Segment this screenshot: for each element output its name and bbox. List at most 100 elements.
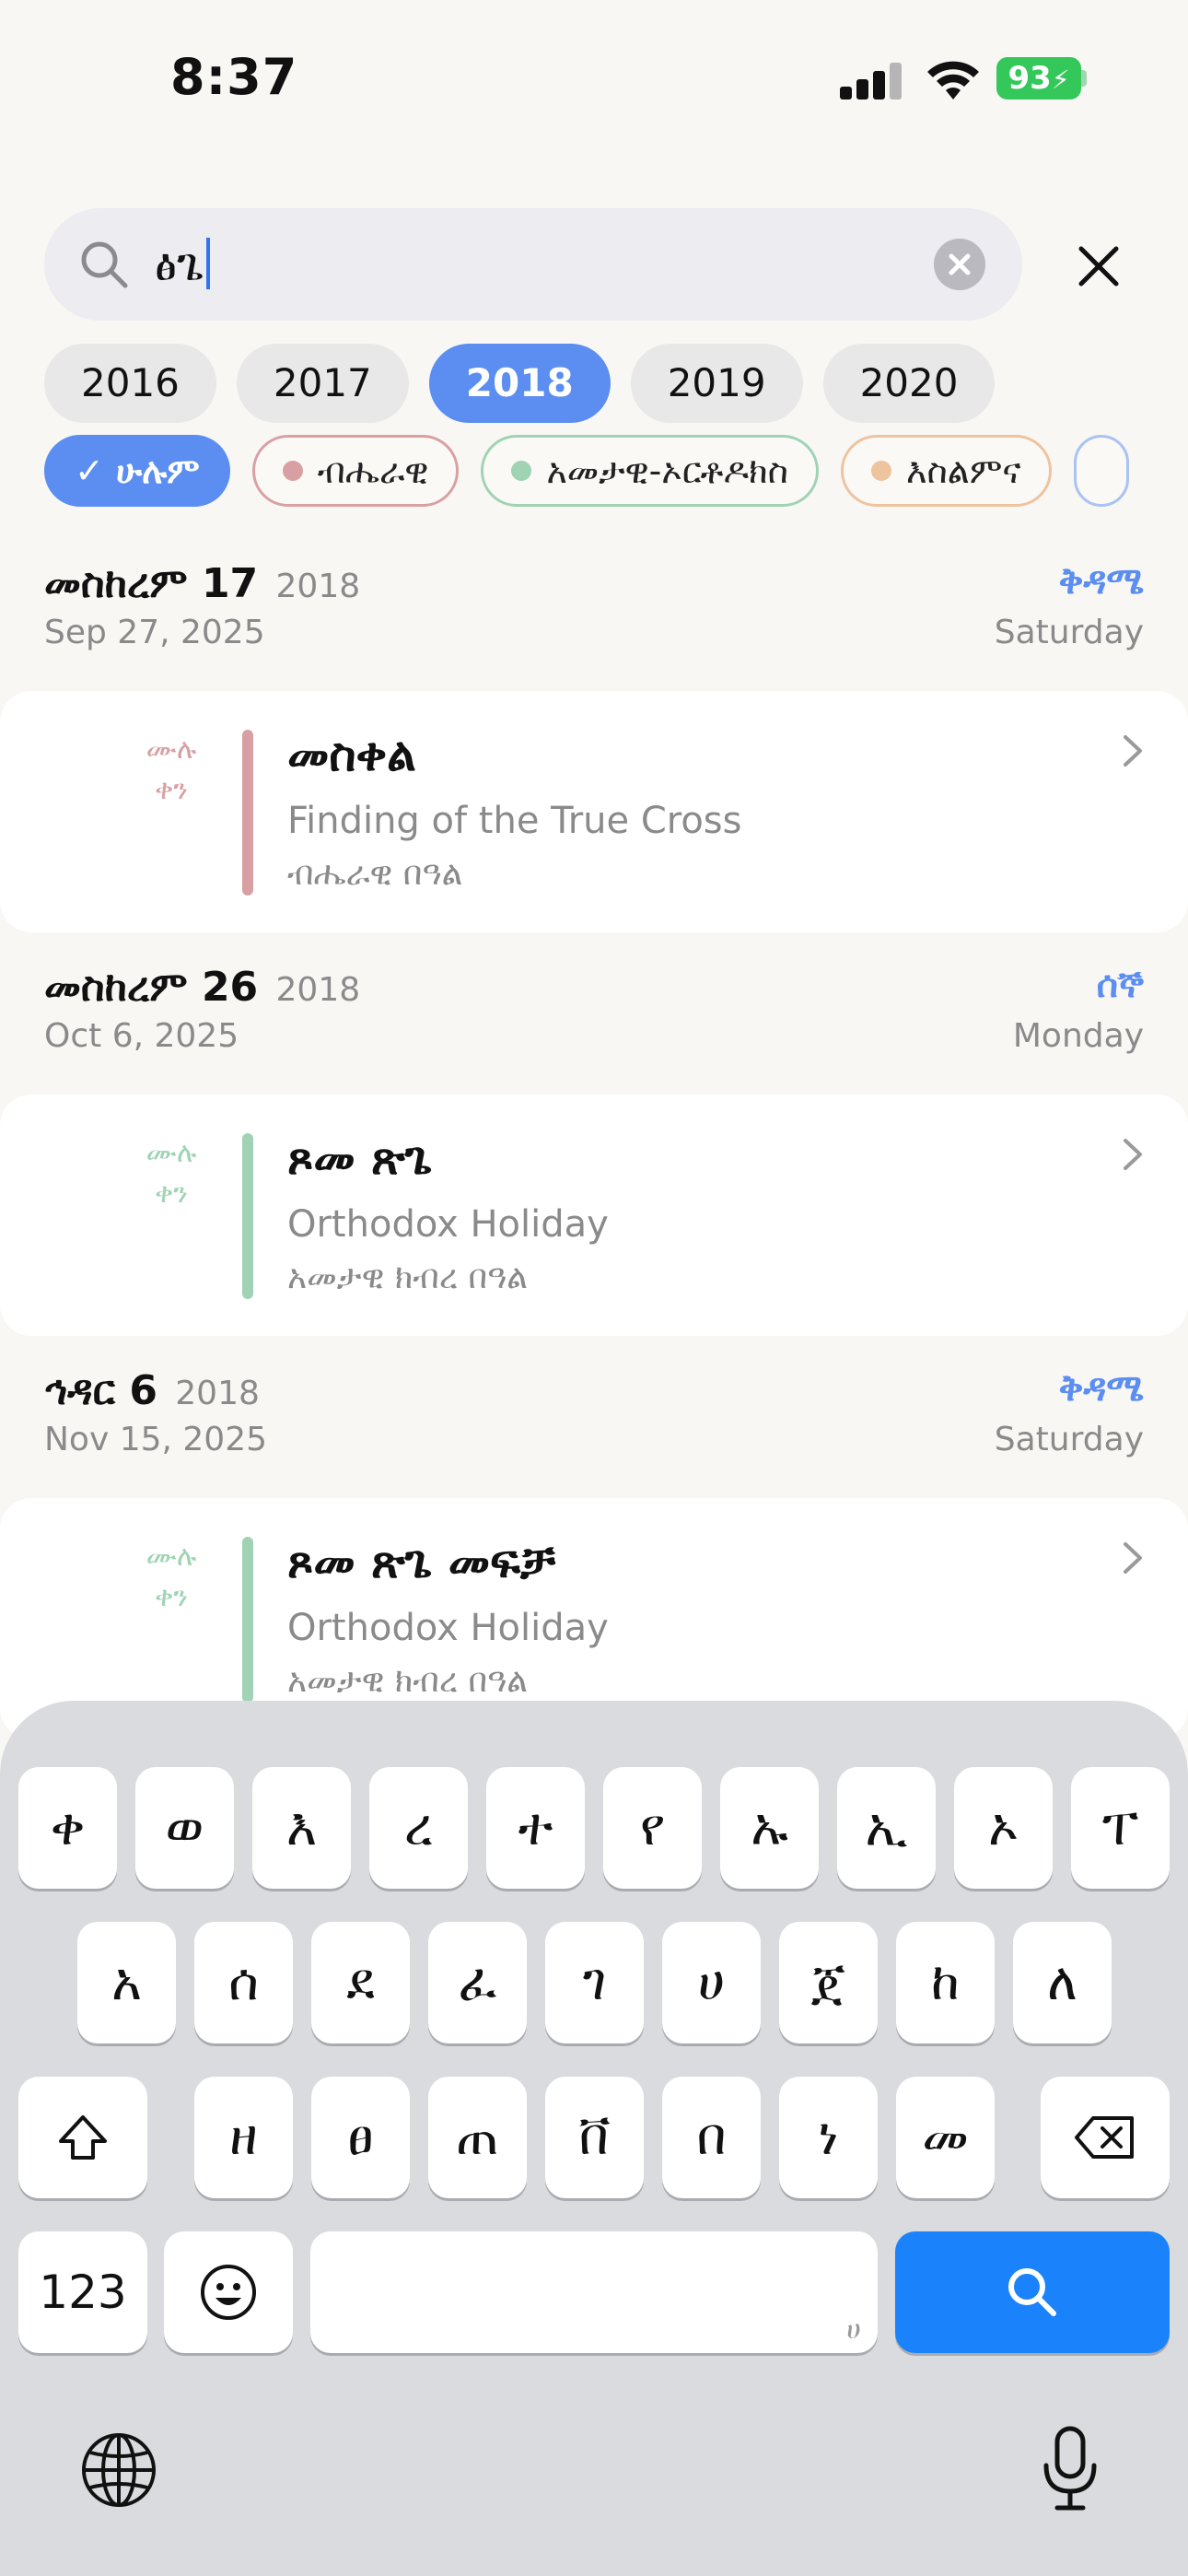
shift-icon xyxy=(59,2115,107,2160)
clear-search-button[interactable] xyxy=(934,239,985,290)
key[interactable]: ዘ xyxy=(194,2077,293,2198)
filter-chip-more[interactable] xyxy=(1073,435,1129,507)
filter-chip-islam[interactable]: እስልምና xyxy=(840,435,1052,507)
globe-icon[interactable] xyxy=(77,2429,160,2512)
search-input[interactable]: ፅጌ xyxy=(155,236,210,293)
key[interactable]: ፀ xyxy=(311,2077,410,2198)
key[interactable]: በ xyxy=(662,2077,761,2198)
event-type: ብሔራዊ በዓል xyxy=(287,855,463,893)
weekday: Saturday xyxy=(994,614,1144,651)
key[interactable]: ተ xyxy=(486,1767,585,1889)
checkmark-icon: ✓ xyxy=(75,451,104,491)
filter-chip-all[interactable]: ✓ ሁሉም xyxy=(44,435,230,507)
search-field[interactable]: ፅጌ xyxy=(44,208,1022,321)
event-card-tsome-tsige[interactable]: ሙሉ ቀን ጾመ ጽጌ Orthodox Holiday አመታዊ ክብረ በዓል xyxy=(0,1095,1188,1336)
year-selector: 2016 2017 2018 2019 2020 xyxy=(44,344,1015,423)
key[interactable]: ነ xyxy=(779,2077,878,2198)
event-title: ጾመ ጽጌ መፍቻ xyxy=(287,1535,556,1588)
weekday-amharic: ሰኞ xyxy=(1096,964,1144,1006)
ethiopian-day: መስከረም 26 xyxy=(44,964,259,1011)
numbers-key[interactable]: 123 xyxy=(18,2231,147,2353)
key[interactable]: ፐ xyxy=(1071,1767,1170,1889)
search-icon xyxy=(81,241,128,288)
key[interactable]: ኢ xyxy=(837,1767,936,1889)
event-card-meskel[interactable]: ሙሉ ቀን መስቀል Finding of the True Cross ብሔራዊ… xyxy=(0,691,1188,932)
key[interactable]: ረ xyxy=(369,1767,468,1889)
day-header: መስከረም 17 2018 Sep 27, 2025 ቅዳሜ Saturday xyxy=(44,560,1144,662)
ethiopian-year: 2018 xyxy=(275,568,361,605)
cellular-signal-icon xyxy=(840,61,903,100)
space-key[interactable]: ሀ xyxy=(310,2231,878,2353)
key[interactable]: ቨ xyxy=(545,2077,644,2198)
ethiopian-day: መስከረም 17 xyxy=(44,560,259,607)
key[interactable]: ኡ xyxy=(720,1767,819,1889)
year-chip-2020[interactable]: 2020 xyxy=(822,344,996,423)
ethiopian-day: ኅዳር 6 xyxy=(44,1367,157,1414)
status-time: 8:37 xyxy=(170,48,298,106)
emoji-icon xyxy=(201,2265,256,2320)
key[interactable]: ጀ xyxy=(779,1922,878,2043)
day-header: መስከረም 26 2018 Oct 6, 2025 ሰኞ Monday xyxy=(44,964,1144,1065)
key[interactable]: ጠ xyxy=(428,2077,527,2198)
year-chip-2019[interactable]: 2019 xyxy=(630,344,803,423)
duration-line: ሙሉ xyxy=(146,1540,197,1573)
duration-line: ሙሉ xyxy=(146,733,197,766)
key[interactable]: ገ xyxy=(545,1922,644,2043)
ethiopian-date: ኅዳር 6 2018 xyxy=(44,1367,260,1414)
key[interactable]: ወ xyxy=(135,1767,234,1889)
amharic-keyboard: ቀ ወ እ ረ ተ የ ኡ ኢ ኦ ፐ አ ሰ ደ ፈ ገ ሀ ጀ ከ ለ ዘ … xyxy=(0,1701,1188,2576)
duration-line: ሙሉ xyxy=(146,1137,197,1169)
ethiopian-date: መስከረም 26 2018 xyxy=(44,964,360,1011)
category-dot-icon xyxy=(870,461,891,481)
duration-line: ቀን xyxy=(155,774,188,806)
event-subtitle: Finding of the True Cross xyxy=(287,800,742,842)
search-key[interactable] xyxy=(895,2231,1170,2353)
gregorian-date: Sep 27, 2025 xyxy=(44,614,265,651)
gregorian-date: Nov 15, 2025 xyxy=(44,1421,268,1458)
key[interactable]: የ xyxy=(603,1767,702,1889)
event-title: መስቀል xyxy=(287,728,416,781)
filter-chip-national[interactable]: ብሔራዊ xyxy=(251,435,460,507)
search-query: ፅጌ xyxy=(155,238,204,291)
microphone-icon[interactable] xyxy=(1037,2423,1103,2515)
key[interactable]: ፈ xyxy=(428,1922,527,2043)
duration-line: ቀን xyxy=(155,1177,188,1210)
gregorian-date: Oct 6, 2025 xyxy=(44,1017,239,1055)
close-search-button[interactable] xyxy=(1068,236,1129,297)
delete-key[interactable] xyxy=(1041,2077,1170,2198)
key[interactable]: እ xyxy=(252,1767,351,1889)
key[interactable]: ቀ xyxy=(18,1767,117,1889)
key[interactable]: ደ xyxy=(311,1922,410,2043)
event-type: አመታዊ ክብረ በዓል xyxy=(287,1662,529,1700)
event-type: አመታዊ ክብረ በዓል xyxy=(287,1259,529,1296)
filter-chip-label: እስልምና xyxy=(905,451,1021,491)
day-header: ኅዳር 6 2018 Nov 15, 2025 ቅዳሜ Saturday xyxy=(44,1367,1144,1469)
charging-bolt-icon: ⚡ xyxy=(1051,64,1070,95)
key[interactable]: አ xyxy=(77,1922,176,2043)
key[interactable]: ከ xyxy=(896,1922,995,2043)
category-dot-icon xyxy=(282,461,303,481)
event-title: ጾመ ጽጌ xyxy=(287,1131,433,1185)
key[interactable]: መ xyxy=(896,2077,995,2198)
key[interactable]: ለ xyxy=(1013,1922,1112,2043)
chevron-right-icon xyxy=(1124,735,1142,767)
ethiopian-year: 2018 xyxy=(175,1375,260,1412)
year-chip-2016[interactable]: 2016 xyxy=(44,344,216,423)
key[interactable]: ሰ xyxy=(194,1922,293,2043)
weekday: Monday xyxy=(1012,1017,1144,1055)
key[interactable]: ሀ xyxy=(662,1922,761,2043)
shift-key[interactable] xyxy=(18,2077,147,2198)
battery-indicator: 93⚡ xyxy=(996,57,1081,100)
year-chip-2017[interactable]: 2017 xyxy=(236,344,409,423)
ethiopian-date: መስከረም 17 2018 xyxy=(44,560,360,607)
year-chip-2018[interactable]: 2018 xyxy=(428,344,611,423)
filter-chip-orthodox[interactable]: አመታዊ-ኦርቶዶክስ xyxy=(481,435,819,507)
duration-line: ቀን xyxy=(155,1581,188,1613)
emoji-key[interactable] xyxy=(164,2231,293,2353)
ethiopian-year: 2018 xyxy=(275,971,361,1009)
space-key-hint: ሀ xyxy=(846,2313,861,2346)
filter-chip-label: ሁሉም xyxy=(116,451,200,491)
battery-level: 93 xyxy=(1007,60,1052,97)
key[interactable]: ኦ xyxy=(954,1767,1053,1889)
event-category-bar xyxy=(242,1537,253,1703)
